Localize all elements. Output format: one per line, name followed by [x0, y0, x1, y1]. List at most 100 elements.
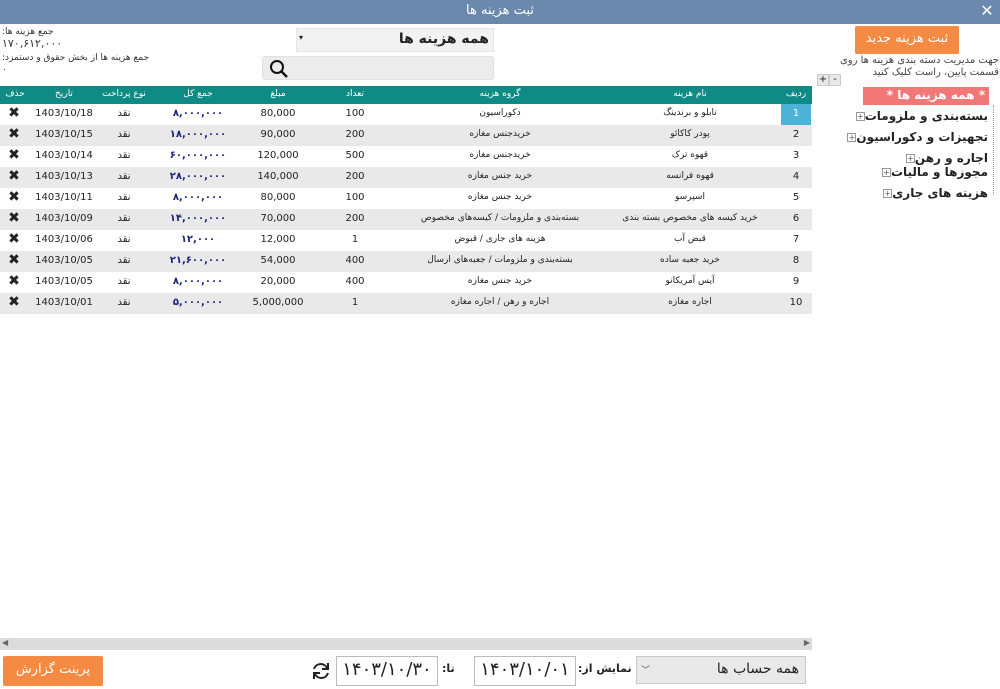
tree-item-licenses[interactable]: مجوزها و مالیات+	[879, 165, 988, 179]
tree-expand-icon[interactable]: +	[855, 112, 865, 121]
col-header-expense-group[interactable]: گروه هزینه	[400, 89, 600, 99]
cell-expense-group: خرید جنس مغازه	[467, 192, 533, 202]
from-date-label: نمایش از:	[578, 662, 632, 675]
table-row[interactable]: 6 خرید کیسه های مخصوص بسته بندی بسته‌بندی …	[0, 209, 812, 230]
col-header-payment-type[interactable]: نوع پرداخت	[94, 89, 154, 99]
col-header-row-number[interactable]: ردیف	[781, 89, 811, 99]
cell-date: 1403/10/05	[35, 276, 93, 287]
delete-x-icon[interactable]: ✖	[4, 273, 24, 289]
table-row[interactable]: 3 قهوه ترک خریدجنس مغازه 500 120,000 ۶۰,۰۰۰,۰…	[0, 146, 812, 167]
print-report-button[interactable]: پرینت گزارش	[3, 656, 103, 686]
cell-payment-type: نقد	[117, 129, 131, 140]
col-header-quantity[interactable]: تعداد	[320, 89, 390, 99]
cell-expense-name: خرید جعبه ساده	[660, 255, 720, 265]
window-titlebar: ثبت هزینه ها ✕	[0, 0, 1000, 24]
cell-expense-name: اسپرسو	[675, 192, 705, 202]
cell-payment-type: نقد	[117, 192, 131, 203]
expand-all-button[interactable]: +	[817, 74, 829, 86]
search-box	[262, 56, 494, 80]
cell-expense-group: بسته‌بندی و ملزومات / کیسه‌های مخصوص	[420, 213, 580, 223]
tree-item-packaging[interactable]: بسته‌بندی و ملزومات+	[853, 109, 988, 123]
tree-item-label: اجاره و رهن	[914, 151, 988, 165]
delete-x-icon[interactable]: ✖	[4, 147, 24, 163]
refresh-icon[interactable]	[310, 660, 332, 682]
payroll-expenses-value: ۰	[2, 65, 7, 75]
horizontal-scrollbar[interactable]: ◀ ▶	[0, 638, 812, 650]
tree-expand-icon[interactable]: +	[905, 154, 915, 163]
tree-item-equipment[interactable]: تجهیزات و دکوراسیون+	[844, 130, 988, 144]
chevron-down-icon: ﹀	[641, 666, 651, 676]
cell-total: ۱۸,۰۰۰,۰۰۰	[169, 129, 227, 140]
cell-payment-type: نقد	[117, 234, 131, 245]
cell-expense-group: اجاره و رهن / اجاره مغازه	[450, 297, 550, 307]
from-date-field[interactable]: ۱۴۰۳/۱۰/۰۱	[474, 656, 576, 686]
cell-row-number: 5	[792, 192, 800, 203]
table-row[interactable]: 10 اجاره مغازه اجاره و رهن / اجاره مغازه 1 5…	[0, 293, 812, 314]
delete-x-icon[interactable]: ✖	[4, 294, 24, 310]
scroll-right-icon[interactable]: ▶	[804, 638, 810, 647]
tree-expand-icon[interactable]: +	[883, 189, 893, 198]
new-expense-button[interactable]: ثبت هزینه جدید	[855, 26, 959, 54]
cell-date: 1403/10/01	[35, 297, 93, 308]
account-select[interactable]: ﹀ همه حساب ها	[636, 656, 806, 684]
cell-total: ۸,۰۰۰,۰۰۰	[172, 108, 224, 119]
col-header-amount[interactable]: مبلغ	[243, 89, 313, 99]
table-row[interactable]: 4 قهوه فرانسه خرید جنس مغازه 200 140,000 ۲۸,۰…	[0, 167, 812, 188]
cell-expense-name: پودر کاکائو	[670, 129, 710, 139]
table-row[interactable]: 9 آیس آمریکانو خرید جنس مغازه 400 20,000 ۸,۰۰…	[0, 272, 812, 293]
cell-total: ۸,۰۰۰,۰۰۰	[172, 276, 224, 287]
cell-expense-group: خریدجنس مغازه	[469, 150, 531, 160]
cell-amount: 54,000	[260, 255, 296, 266]
cell-expense-group: هزینه های جاری / قبوض	[454, 234, 546, 244]
delete-x-icon[interactable]: ✖	[4, 105, 24, 121]
delete-x-icon[interactable]: ✖	[4, 231, 24, 247]
cell-payment-type: نقد	[117, 171, 131, 182]
delete-x-icon[interactable]: ✖	[4, 126, 24, 142]
cell-row-number: 2	[792, 129, 800, 140]
table-row[interactable]: 7 قبض آب هزینه های جاری / قبوض 1 12,000 ۱۲,۰۰…	[0, 230, 812, 251]
col-header-expense-name[interactable]: نام هزینه	[600, 89, 780, 99]
table-row[interactable]: 5 اسپرسو خرید جنس مغازه 100 80,000 ۸,۰۰۰,۰۰۰ ن…	[0, 188, 812, 209]
cell-date: 1403/10/11	[35, 192, 93, 203]
table-row[interactable]: 8 خرید جعبه ساده بسته‌بندی و ملزومات / جعب…	[0, 251, 812, 272]
cell-quantity: 400	[345, 276, 365, 287]
cell-quantity: 1	[351, 297, 359, 308]
tree-root-all-expenses[interactable]: * همه هزینه ها *	[863, 87, 989, 105]
col-header-delete[interactable]: حذف	[0, 89, 30, 99]
cell-expense-name: تابلو و برندینگ	[663, 108, 717, 118]
tree-item-rent[interactable]: اجاره و رهن+	[903, 151, 988, 165]
tree-expand-icon[interactable]: +	[881, 168, 891, 177]
delete-x-icon[interactable]: ✖	[4, 189, 24, 205]
cell-amount: 70,000	[260, 213, 296, 224]
dropdown-arrow-icon: ▾	[299, 33, 304, 42]
tree-item-running-costs[interactable]: هزینه های جاری+	[880, 186, 988, 200]
col-header-date[interactable]: تاریخ	[34, 89, 94, 99]
table-row[interactable]: 1 تابلو و برندینگ دکوراسیون 100 80,000 ۸,۰۰۰,…	[0, 104, 812, 125]
search-input[interactable]	[293, 59, 489, 77]
search-icon[interactable]	[269, 59, 289, 79]
tree-connector-line	[993, 105, 994, 195]
expense-group-filter[interactable]: ▾ همه هزینه ها	[296, 28, 494, 52]
cell-row-number: 10	[789, 297, 803, 308]
delete-x-icon[interactable]: ✖	[4, 252, 24, 268]
table-row[interactable]: 2 پودر کاکائو خریدجنس مغازه 200 90,000 ۱۸,۰۰۰…	[0, 125, 812, 146]
cell-quantity: 400	[345, 255, 365, 266]
cell-payment-type: نقد	[117, 276, 131, 287]
delete-x-icon[interactable]: ✖	[4, 168, 24, 184]
col-header-total[interactable]: جمع کل	[158, 89, 238, 99]
delete-x-icon[interactable]: ✖	[4, 210, 24, 226]
cell-total: ۲۱,۶۰۰,۰۰۰	[169, 255, 227, 266]
cell-payment-type: نقد	[117, 213, 131, 224]
collapse-all-button[interactable]: -	[829, 74, 841, 86]
cell-date: 1403/10/13	[35, 171, 93, 182]
scroll-left-icon[interactable]: ◀	[2, 638, 8, 647]
table-header: ردیف نام هزینه گروه هزینه تعداد مبلغ جمع…	[0, 86, 812, 104]
cell-amount: 140,000	[257, 171, 299, 182]
cell-amount: 12,000	[260, 234, 296, 245]
to-date-field[interactable]: ۱۴۰۳/۱۰/۳۰	[336, 656, 438, 686]
cell-expense-group: خرید جنس مغازه	[467, 276, 533, 286]
cell-payment-type: نقد	[117, 108, 131, 119]
cell-date: 1403/10/09	[35, 213, 93, 224]
cell-expense-group: خرید جنس مغازه	[467, 171, 533, 181]
close-icon[interactable]: ✕	[978, 1, 996, 21]
